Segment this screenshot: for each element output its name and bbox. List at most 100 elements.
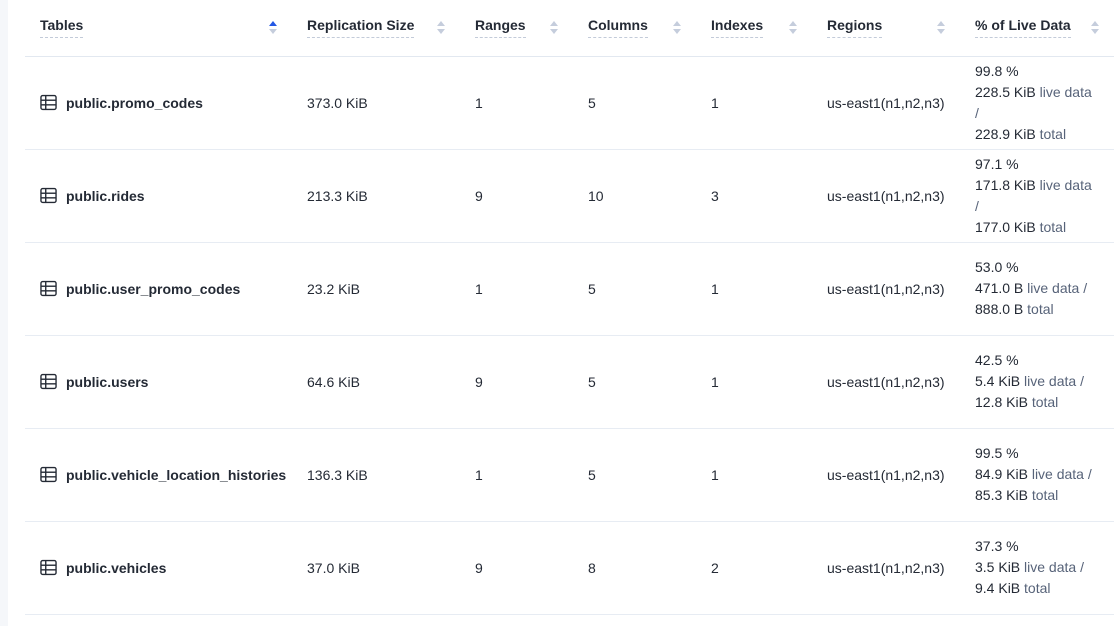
cell-live-data: 97.1 % 171.8 KiB live data / 177.0 KiB t… xyxy=(960,149,1114,242)
cell-indexes: 1 xyxy=(696,428,812,521)
cell-columns: 10 xyxy=(573,149,696,242)
tables-table: Tables Replication Size Ranges Columns xyxy=(25,0,1114,615)
page-background-strip xyxy=(0,0,8,626)
column-header-live-data[interactable]: % of Live Data xyxy=(960,0,1114,56)
cell-regions: us-east1(n1,n2,n3) xyxy=(812,242,960,335)
column-header-live-data-label[interactable]: % of Live Data xyxy=(975,17,1071,38)
cell-replication-size: 23.2 KiB xyxy=(292,242,460,335)
cell-ranges: 9 xyxy=(460,335,573,428)
live-data-percent: 53.0 % xyxy=(975,257,1099,278)
table-row[interactable]: public.rides 213.3 KiB 9 10 3 us-east1(n… xyxy=(25,149,1114,242)
cell-replication-size: 136.3 KiB xyxy=(292,428,460,521)
sort-arrows-icon[interactable] xyxy=(789,21,797,34)
cell-columns: 5 xyxy=(573,242,696,335)
cell-live-data: 99.5 % 84.9 KiB live data / 85.3 KiB tot… xyxy=(960,428,1114,521)
cell-regions: us-east1(n1,n2,n3) xyxy=(812,56,960,149)
total-data-amount: 177.0 KiB total xyxy=(975,217,1099,238)
cell-table-name[interactable]: public.user_promo_codes xyxy=(25,242,292,335)
column-header-tables[interactable]: Tables xyxy=(25,0,292,56)
table-header-row: Tables Replication Size Ranges Columns xyxy=(25,0,1114,56)
cell-indexes: 3 xyxy=(696,149,812,242)
table-icon xyxy=(40,94,57,111)
column-header-columns[interactable]: Columns xyxy=(573,0,696,56)
cell-table-name[interactable]: public.vehicle_location_histories xyxy=(25,428,292,521)
sort-arrows-icon[interactable] xyxy=(937,21,945,34)
cell-columns: 8 xyxy=(573,521,696,614)
sort-arrows-icon[interactable] xyxy=(437,21,445,34)
column-header-replication-size-label[interactable]: Replication Size xyxy=(307,17,414,38)
table-icon xyxy=(40,280,57,297)
live-data-amount: 171.8 KiB live data / xyxy=(975,175,1099,217)
cell-replication-size: 373.0 KiB xyxy=(292,56,460,149)
cell-replication-size: 64.6 KiB xyxy=(292,335,460,428)
cell-columns: 5 xyxy=(573,56,696,149)
column-header-indexes-label[interactable]: Indexes xyxy=(711,17,763,38)
column-header-indexes[interactable]: Indexes xyxy=(696,0,812,56)
cell-live-data: 42.5 % 5.4 KiB live data / 12.8 KiB tota… xyxy=(960,335,1114,428)
column-header-regions-label[interactable]: Regions xyxy=(827,17,882,38)
cell-replication-size: 37.0 KiB xyxy=(292,521,460,614)
column-header-regions[interactable]: Regions xyxy=(812,0,960,56)
cell-table-name[interactable]: public.rides xyxy=(25,149,292,242)
live-data-percent: 99.8 % xyxy=(975,61,1099,82)
cell-live-data: 37.3 % 3.5 KiB live data / 9.4 KiB total xyxy=(960,521,1114,614)
live-data-amount: 471.0 B live data / xyxy=(975,278,1099,299)
cell-columns: 5 xyxy=(573,335,696,428)
live-data-amount: 228.5 KiB live data / xyxy=(975,82,1099,124)
sort-arrows-icon[interactable] xyxy=(1091,21,1099,34)
sort-arrows-icon[interactable] xyxy=(673,21,681,34)
total-data-amount: 12.8 KiB total xyxy=(975,392,1099,413)
cell-ranges: 9 xyxy=(460,149,573,242)
live-data-percent: 37.3 % xyxy=(975,536,1099,557)
live-data-amount: 3.5 KiB live data / xyxy=(975,557,1099,578)
cell-ranges: 1 xyxy=(460,56,573,149)
sort-arrows-icon[interactable] xyxy=(269,21,277,34)
table-row[interactable]: public.vehicle_location_histories 136.3 … xyxy=(25,428,1114,521)
table-name-label[interactable]: public.users xyxy=(66,374,148,390)
table-name-label[interactable]: public.vehicles xyxy=(66,560,166,576)
cell-live-data: 53.0 % 471.0 B live data / 888.0 B total xyxy=(960,242,1114,335)
column-header-tables-label[interactable]: Tables xyxy=(40,17,83,38)
total-data-amount: 888.0 B total xyxy=(975,299,1099,320)
column-header-replication-size[interactable]: Replication Size xyxy=(292,0,460,56)
live-data-percent: 42.5 % xyxy=(975,350,1099,371)
cell-indexes: 1 xyxy=(696,335,812,428)
cell-ranges: 9 xyxy=(460,521,573,614)
cell-regions: us-east1(n1,n2,n3) xyxy=(812,335,960,428)
total-data-amount: 9.4 KiB total xyxy=(975,578,1099,599)
table-name-label[interactable]: public.promo_codes xyxy=(66,95,203,111)
live-data-percent: 99.5 % xyxy=(975,443,1099,464)
cell-ranges: 1 xyxy=(460,242,573,335)
cell-live-data: 99.8 % 228.5 KiB live data / 228.9 KiB t… xyxy=(960,56,1114,149)
table-icon xyxy=(40,187,57,204)
column-header-columns-label[interactable]: Columns xyxy=(588,17,648,38)
cell-indexes: 1 xyxy=(696,56,812,149)
table-row[interactable]: public.vehicles 37.0 KiB 9 8 2 us-east1(… xyxy=(25,521,1114,614)
table-row[interactable]: public.user_promo_codes 23.2 KiB 1 5 1 u… xyxy=(25,242,1114,335)
sort-arrows-icon[interactable] xyxy=(550,21,558,34)
cell-indexes: 2 xyxy=(696,521,812,614)
cell-replication-size: 213.3 KiB xyxy=(292,149,460,242)
table-icon xyxy=(40,466,57,483)
cell-table-name[interactable]: public.users xyxy=(25,335,292,428)
tables-list: Tables Replication Size Ranges Columns xyxy=(25,0,1114,615)
column-header-ranges[interactable]: Ranges xyxy=(460,0,573,56)
table-icon xyxy=(40,559,57,576)
table-name-label[interactable]: public.rides xyxy=(66,188,145,204)
cell-table-name[interactable]: public.promo_codes xyxy=(25,56,292,149)
cell-regions: us-east1(n1,n2,n3) xyxy=(812,149,960,242)
column-header-ranges-label[interactable]: Ranges xyxy=(475,17,526,38)
cell-columns: 5 xyxy=(573,428,696,521)
cell-regions: us-east1(n1,n2,n3) xyxy=(812,428,960,521)
cell-indexes: 1 xyxy=(696,242,812,335)
live-data-percent: 97.1 % xyxy=(975,154,1099,175)
total-data-amount: 228.9 KiB total xyxy=(975,124,1099,145)
table-row[interactable]: public.users 64.6 KiB 9 5 1 us-east1(n1,… xyxy=(25,335,1114,428)
cell-regions: us-east1(n1,n2,n3) xyxy=(812,521,960,614)
table-icon xyxy=(40,373,57,390)
table-name-label[interactable]: public.vehicle_location_histories xyxy=(66,467,286,483)
live-data-amount: 84.9 KiB live data / xyxy=(975,464,1099,485)
table-row[interactable]: public.promo_codes 373.0 KiB 1 5 1 us-ea… xyxy=(25,56,1114,149)
table-name-label[interactable]: public.user_promo_codes xyxy=(66,281,240,297)
cell-table-name[interactable]: public.vehicles xyxy=(25,521,292,614)
